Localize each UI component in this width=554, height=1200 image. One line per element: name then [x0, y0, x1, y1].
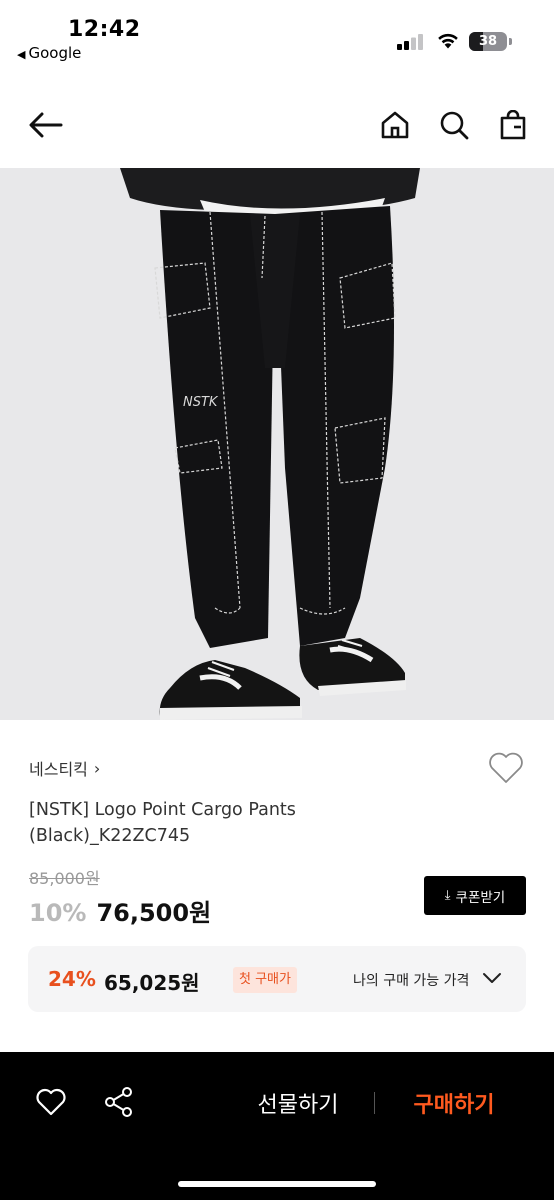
product-image[interactable]: NSTK: [0, 168, 554, 720]
share-button[interactable]: [102, 1085, 136, 1119]
back-button[interactable]: [26, 105, 66, 145]
chevron-down-icon: [483, 973, 501, 983]
search-icon: [440, 111, 469, 140]
chevron-right-icon: ›: [93, 758, 101, 778]
home-icon: [381, 111, 409, 139]
back-app-label: Google: [28, 44, 82, 62]
cart-button[interactable]: [493, 105, 533, 145]
download-coupon-button[interactable]: ⤓ 쿠폰받기: [424, 876, 526, 915]
shopping-bag-icon: [500, 110, 526, 140]
share-icon: [105, 1087, 132, 1117]
brand-name: 네스티킥: [29, 760, 88, 779]
download-icon: ⤓: [444, 888, 451, 903]
member-price: 65,025원: [104, 971, 200, 995]
battery-percent: 38: [478, 34, 498, 49]
cargo-pants-photo: NSTK: [120, 168, 420, 720]
search-button[interactable]: [434, 105, 474, 145]
sale-price: 76,500원: [96, 899, 212, 927]
product-title: [NSTK] Logo Point Cargo Pants (Black)_K2…: [29, 800, 296, 846]
first-purchase-badge: 첫 구매가: [233, 967, 297, 993]
bottom-bar-divider: [374, 1092, 375, 1114]
status-time: 12:42: [68, 17, 141, 42]
pants-logo-text: NSTK: [183, 395, 219, 410]
bottom-wishlist-button[interactable]: [34, 1085, 68, 1119]
original-price: 85,000원: [29, 869, 100, 888]
gift-button[interactable]: 선물하기: [236, 1084, 360, 1122]
home-indicator: [178, 1181, 376, 1187]
battery-nub: [509, 38, 512, 45]
cellular-signal-icon: [397, 34, 423, 50]
back-triangle-icon: ◀: [17, 48, 26, 61]
bottom-action-bar: 선물하기 구매하기: [0, 1052, 554, 1200]
my-price-label: 나의 구매 가능 가격: [353, 973, 470, 989]
battery-icon: 38: [469, 32, 507, 51]
discount-rate: 10%: [29, 899, 87, 927]
heart-icon: [36, 1088, 66, 1116]
back-to-app-link[interactable]: ◀ Google: [17, 44, 81, 62]
heart-icon: [489, 752, 523, 783]
member-discount-rate: 24%: [48, 967, 96, 991]
member-price-box[interactable]: 24% 65,025원 첫 구매가 나의 구매 가능 가격: [28, 946, 526, 1012]
wifi-icon: [438, 33, 458, 49]
wishlist-button[interactable]: [486, 748, 526, 788]
price-row: 10% 76,500원: [29, 893, 211, 928]
buy-button[interactable]: 구매하기: [392, 1084, 516, 1122]
home-button[interactable]: [375, 105, 415, 145]
top-nav-bar: [0, 80, 554, 168]
coupon-label: 쿠폰받기: [455, 889, 506, 906]
status-bar: 12:42 ◀ Google 38: [0, 0, 554, 70]
brand-link[interactable]: 네스티킥 ›: [29, 756, 100, 780]
arrow-left-icon: [29, 112, 63, 138]
